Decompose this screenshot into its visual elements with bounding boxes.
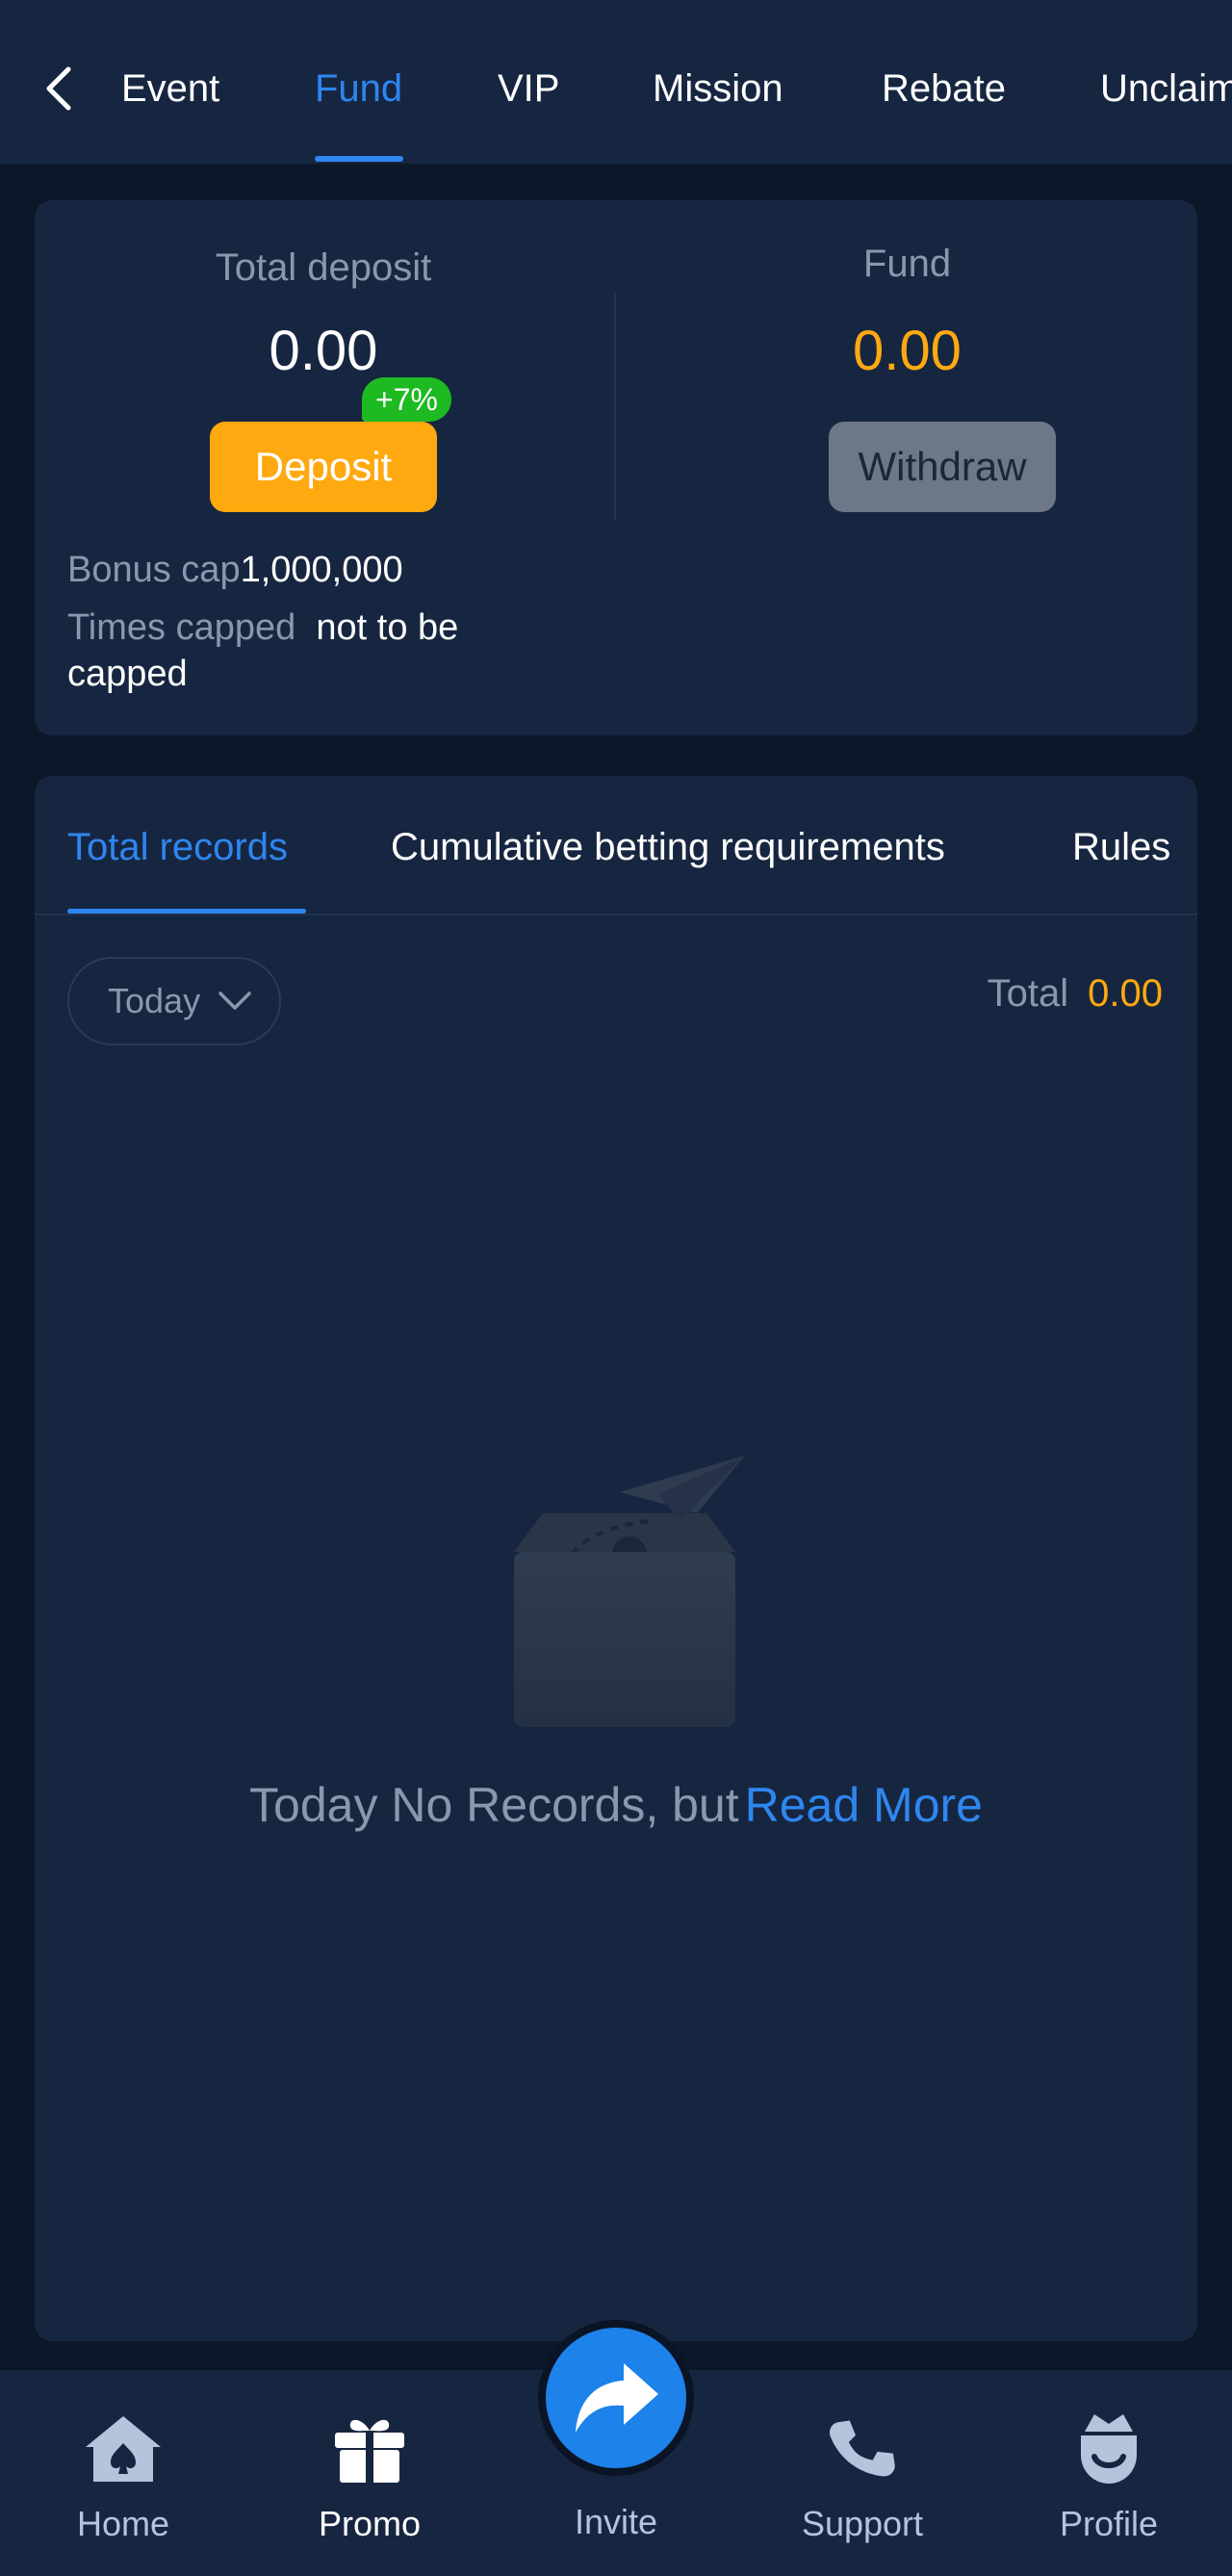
empty-box-icon [514,1455,745,1727]
total-value: 0.00 [1088,972,1163,1015]
tab-unclaim[interactable]: Unclaim [1100,69,1232,108]
tab-total-records[interactable]: Total records [67,828,288,866]
nav-profile[interactable]: Profile [1013,2370,1205,2576]
nav-promo-label: Promo [318,2504,422,2543]
share-arrow-icon [576,2363,658,2433]
withdraw-button[interactable]: Withdraw [829,422,1056,512]
chevron-down-icon [218,992,251,1010]
times-capped-value: not to be [316,607,459,648]
fund-value: 0.00 [853,320,962,382]
tab-cumulative-betting[interactable]: Cumulative betting requirements [391,828,945,866]
tab-event[interactable]: Event [121,69,219,108]
total-label: Total [987,972,1069,1015]
tab-rules[interactable]: Rules [1072,828,1170,866]
bonus-cap-line: Bonus cap1,000,000 [67,547,403,593]
deposit-button[interactable]: Deposit [210,422,437,512]
active-tab-indicator [315,156,403,162]
deposit-column: Total deposit 0.00 Deposit +7% [35,200,612,518]
bonus-cap-value: 1,000,000 [240,550,403,590]
tab-rebate[interactable]: Rebate [882,69,1006,108]
empty-state-message: Today No Records, but Read More [35,1777,1197,1833]
date-filter-select[interactable]: Today [67,957,281,1045]
nav-support-label: Support [801,2504,924,2543]
date-filter-value: Today [108,981,201,1020]
back-button[interactable] [37,62,79,116]
tab-mission[interactable]: Mission [653,69,783,108]
records-card: Total records Cumulative betting require… [35,776,1197,2341]
tab-vip[interactable]: VIP [498,69,559,108]
bonus-cap-label: Bonus cap [67,550,241,590]
phone-icon [819,2410,906,2487]
top-nav: Event Fund VIP Mission Rebate Unclaim [0,0,1232,164]
home-icon [80,2410,167,2487]
bonus-badge: +7% [362,377,451,422]
nav-profile-label: Profile [1059,2504,1159,2543]
times-capped-label: Times capped [67,607,296,648]
fund-label: Fund [862,243,952,285]
empty-state-text: Today No Records, but [249,1778,739,1832]
gift-icon [326,2410,413,2487]
fund-column: Fund 0.00 Withdraw [617,200,1197,518]
times-capped-value-continued: capped [67,654,188,694]
divider [614,293,616,520]
records-total: Total 0.00 [988,974,1163,1013]
total-deposit-value: 0.00 [269,320,378,382]
nav-invite-label: Invite [574,2502,658,2541]
records-tab-divider [35,914,1197,915]
read-more-link[interactable]: Read More [745,1778,983,1832]
nav-home[interactable]: Home [27,2370,219,2576]
nav-promo[interactable]: Promo [273,2370,466,2576]
chevron-left-icon [46,66,71,111]
tab-fund[interactable]: Fund [315,69,402,108]
times-capped-line-2: capped [67,651,188,697]
fund-summary-card: Total deposit 0.00 Deposit +7% Fund 0.00… [35,200,1197,735]
total-deposit-label: Total deposit [215,246,432,289]
times-capped-line: Times capped not to be [67,605,458,651]
nav-home-label: Home [76,2504,170,2543]
invite-button[interactable] [538,2320,694,2476]
nav-support[interactable]: Support [766,2370,959,2576]
invite-button-inner [546,2328,686,2468]
profile-icon [1065,2410,1152,2487]
